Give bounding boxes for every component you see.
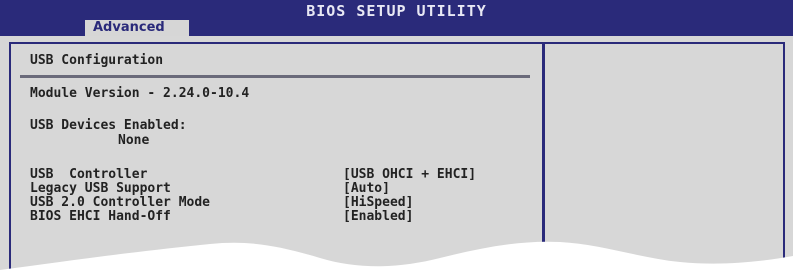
torn-edge [0, 241, 793, 280]
bios-screen: BIOS SETUP UTILITY Advanced USB Configur… [0, 0, 793, 280]
